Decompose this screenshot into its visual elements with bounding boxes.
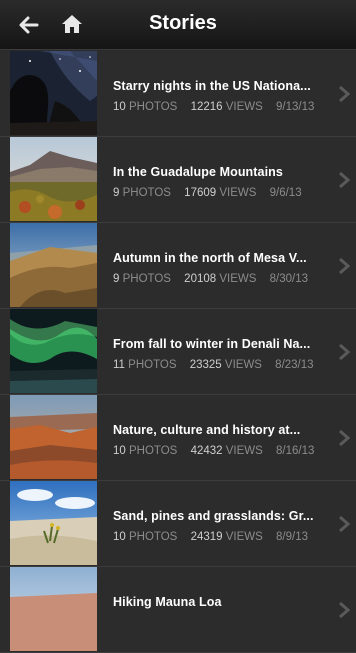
- story-title: From fall to winter in Denali Na...: [113, 337, 311, 351]
- photos-label: PHOTOS: [128, 359, 177, 371]
- views-label: VIEWS: [225, 531, 263, 543]
- story-date: 8/30/13: [269, 273, 308, 285]
- story-thumbnail: [10, 223, 97, 307]
- story-title: Sand, pines and grasslands: Gr...: [113, 509, 314, 523]
- chevron-right-icon: [339, 429, 350, 447]
- story-date: 8/16/13: [276, 445, 315, 457]
- chevron-right-icon: [339, 257, 350, 275]
- view-count: 20108: [184, 273, 217, 285]
- story-thumbnail: [10, 481, 97, 565]
- story-thumbnail: [10, 309, 97, 393]
- story-date: 8/23/13: [275, 359, 314, 371]
- view-count: 12216: [190, 101, 223, 113]
- story-title: Starry nights in the US Nationa...: [113, 79, 311, 93]
- story-title: Hiking Mauna Loa: [113, 595, 222, 609]
- story-thumbnail: [10, 395, 97, 479]
- chevron-right-icon: [339, 515, 350, 533]
- story-meta: 11 PHOTOS 23325 VIEWS 8/23/13: [113, 359, 314, 371]
- story-title: In the Guadalupe Mountains: [113, 165, 283, 179]
- story-thumbnail: [10, 137, 97, 221]
- photos-label: PHOTOS: [122, 187, 171, 199]
- page-title: Stories: [149, 12, 217, 34]
- views-label: VIEWS: [219, 273, 257, 285]
- chevron-right-icon: [339, 343, 350, 361]
- story-date: 9/13/13: [276, 101, 315, 113]
- photo-count: 10: [113, 101, 126, 113]
- story-row[interactable]: Hiking Mauna Loa: [0, 567, 356, 653]
- story-thumbnail: [10, 51, 97, 135]
- views-label: VIEWS: [224, 359, 262, 371]
- views-label: VIEWS: [225, 445, 263, 457]
- chevron-right-icon: [339, 85, 350, 103]
- view-count: 42432: [190, 445, 223, 457]
- story-meta: 10 PHOTOS 12216 VIEWS 9/13/13: [113, 101, 314, 113]
- story-row[interactable]: In the Guadalupe Mountains 9 PHOTOS 1760…: [0, 137, 356, 223]
- chevron-right-icon: [339, 171, 350, 189]
- story-row[interactable]: Nature, culture and history at... 10 PHO…: [0, 395, 356, 481]
- story-row[interactable]: From fall to winter in Denali Na... 11 P…: [0, 309, 356, 395]
- photo-count: 11: [113, 359, 125, 371]
- photos-label: PHOTOS: [122, 273, 171, 285]
- navigation-bar: Stories: [0, 0, 356, 50]
- photo-count: 9: [113, 273, 120, 285]
- story-thumbnail: [10, 567, 97, 651]
- story-date: 9/6/13: [269, 187, 302, 199]
- views-label: VIEWS: [219, 187, 257, 199]
- story-row[interactable]: Starry nights in the US Nationa... 10 PH…: [0, 51, 356, 137]
- photos-label: PHOTOS: [129, 445, 178, 457]
- story-row[interactable]: Autumn in the north of Mesa V... 9 PHOTO…: [0, 223, 356, 309]
- story-title: Nature, culture and history at...: [113, 423, 301, 437]
- photos-label: PHOTOS: [129, 531, 178, 543]
- view-count: 17609: [184, 187, 217, 199]
- view-count: 23325: [189, 359, 222, 371]
- story-meta: 10 PHOTOS 24319 VIEWS 8/9/13: [113, 531, 308, 543]
- story-date: 8/9/13: [276, 531, 308, 543]
- story-meta: 9 PHOTOS 20108 VIEWS 8/30/13: [113, 273, 308, 285]
- chevron-right-icon: [339, 601, 350, 619]
- story-meta: 10 PHOTOS 42432 VIEWS 8/16/13: [113, 445, 314, 457]
- photos-label: PHOTOS: [129, 101, 178, 113]
- story-meta: 9 PHOTOS 17609 VIEWS 9/6/13: [113, 187, 302, 199]
- stories-list: Starry nights in the US Nationa... 10 PH…: [0, 51, 356, 653]
- photo-count: 10: [113, 445, 126, 457]
- story-title: Autumn in the north of Mesa V...: [113, 251, 307, 265]
- photo-count: 10: [113, 531, 126, 543]
- story-row[interactable]: Sand, pines and grasslands: Gr... 10 PHO…: [0, 481, 356, 567]
- views-label: VIEWS: [225, 101, 263, 113]
- view-count: 24319: [190, 531, 223, 543]
- photo-count: 9: [113, 187, 120, 199]
